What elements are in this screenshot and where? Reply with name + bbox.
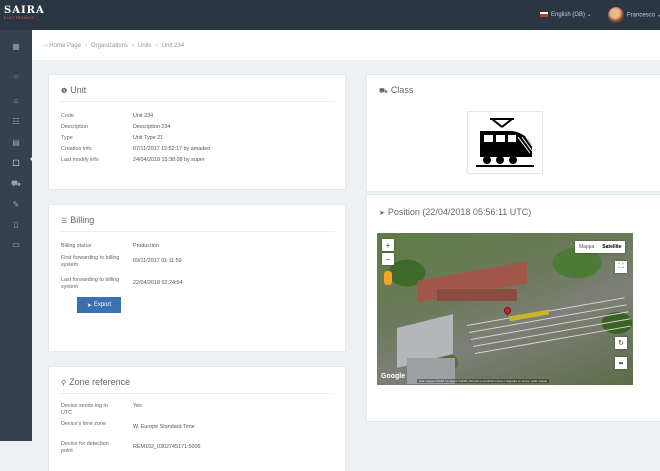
sidebar: ▦ ○ ⌂ ☷ ▤ ▢ ⛟ ✎ ▯ ▭ <box>0 30 34 441</box>
language-label: English (GB) <box>551 12 586 18</box>
breadcrumb-separator: › <box>155 43 158 49</box>
logo-subtext: ELECTRONICS <box>4 16 35 20</box>
map-type-option[interactable]: Mappa <box>575 241 598 253</box>
main-content: ⌂ Home Page › Organizations › Units › Unit 234… <box>32 30 660 471</box>
users-icon[interactable]: ☷ <box>8 115 24 127</box>
breadcrumb-current: Unit 234 <box>161 43 185 49</box>
map-building <box>437 289 517 301</box>
billing-icon: ☰ <box>61 218 68 225</box>
device-icon[interactable]: ▢ <box>8 156 24 168</box>
saira-logo[interactable]: SAIRA ELECTRONICS <box>4 5 52 25</box>
map-attribution[interactable]: Dati mappa ©2018 Immagini ©2018 | Termin… <box>417 379 550 383</box>
info-icon: ❶ <box>61 88 68 95</box>
dashboard-icon[interactable]: ▦ <box>8 40 24 52</box>
unit-panel: ❶ Unit Code Unit 234 Description Descriptio… <box>48 74 346 190</box>
location-arrow-icon: ➤ <box>379 210 385 217</box>
map-type-toggle[interactable]: Mappa Satellite <box>575 241 626 253</box>
home-icon[interactable]: ⌂ <box>8 94 24 106</box>
zone-reference-panel: ⚲ Zone reference Device sends log in UTC Y… <box>48 366 346 471</box>
map-marker-icon[interactable] <box>502 305 513 316</box>
circle-icon[interactable]: ○ <box>8 70 24 82</box>
class-panel-title: ⛟ Class <box>379 85 414 95</box>
map-type-option-selected[interactable]: Satellite <box>598 241 625 253</box>
breadcrumb-separator: › <box>84 43 87 49</box>
position-panel-title: ➤ Position (22/04/2018 05:56:11 UTC) <box>379 207 532 217</box>
car-icon[interactable]: ⛟ <box>8 178 24 190</box>
chevron-down-icon: ⌄ <box>586 12 592 18</box>
zoom-in-button[interactable]: + <box>382 239 394 251</box>
uk-flag-icon <box>540 11 548 17</box>
wrench-icon[interactable]: ✎ <box>8 198 24 210</box>
document-icon[interactable]: ▯ <box>8 218 24 230</box>
breadcrumb-separator: › <box>132 43 135 49</box>
billing-panel: ☰ Billing Billing status Production First … <box>48 204 346 352</box>
top-bar: SAIRA ELECTRONICS English (GB) ⌄ Frances… <box>0 0 660 30</box>
zoom-out-button[interactable]: − <box>382 253 394 265</box>
class-panel: ⛟ Class <box>366 74 660 192</box>
truck-icon: ⛟ <box>379 88 388 95</box>
send-icon: ➤ <box>86 302 92 309</box>
monitor-icon[interactable]: ▭ <box>8 238 24 250</box>
google-logo: Google <box>381 373 406 380</box>
breadcrumb-home[interactable]: Home Page <box>49 43 81 49</box>
language-selector[interactable]: English (GB) ⌄ <box>540 11 592 18</box>
tilt-icon[interactable]: ⬌ <box>615 357 627 369</box>
map-pin-icon: ⚲ <box>61 380 67 387</box>
logo-text: SAIRA <box>4 5 45 16</box>
billing-panel-title: ☰ Billing <box>61 215 95 225</box>
home-icon: ⌂ <box>44 43 48 49</box>
pegman-icon[interactable] <box>384 271 392 285</box>
breadcrumb-units[interactable]: Units <box>138 43 152 49</box>
user-name: Francesco <box>627 12 656 19</box>
map-view[interactable]: + − Mappa Satellite ⛶ ↻ ⬌ Google Dati ma… <box>377 233 633 385</box>
train-icon <box>467 111 543 174</box>
fullscreen-icon[interactable]: ⛶ <box>615 261 627 273</box>
export-button[interactable]: ➤ Export <box>77 297 121 313</box>
zone-panel-title: ⚲ Zone reference <box>61 377 131 387</box>
breadcrumb-organizations[interactable]: Organizations <box>91 43 128 49</box>
unit-panel-title: ❶ Unit <box>61 85 87 95</box>
breadcrumb: ⌂ Home Page › Organizations › Units › Unit 234 <box>32 30 660 60</box>
file-icon[interactable]: ▤ <box>8 136 24 148</box>
rotate-icon[interactable]: ↻ <box>615 337 627 349</box>
position-panel: ➤ Position (22/04/2018 05:56:11 UTC) + − … <box>366 194 660 422</box>
user-menu[interactable]: Francesco ⌄ <box>608 7 660 23</box>
avatar <box>608 7 624 23</box>
